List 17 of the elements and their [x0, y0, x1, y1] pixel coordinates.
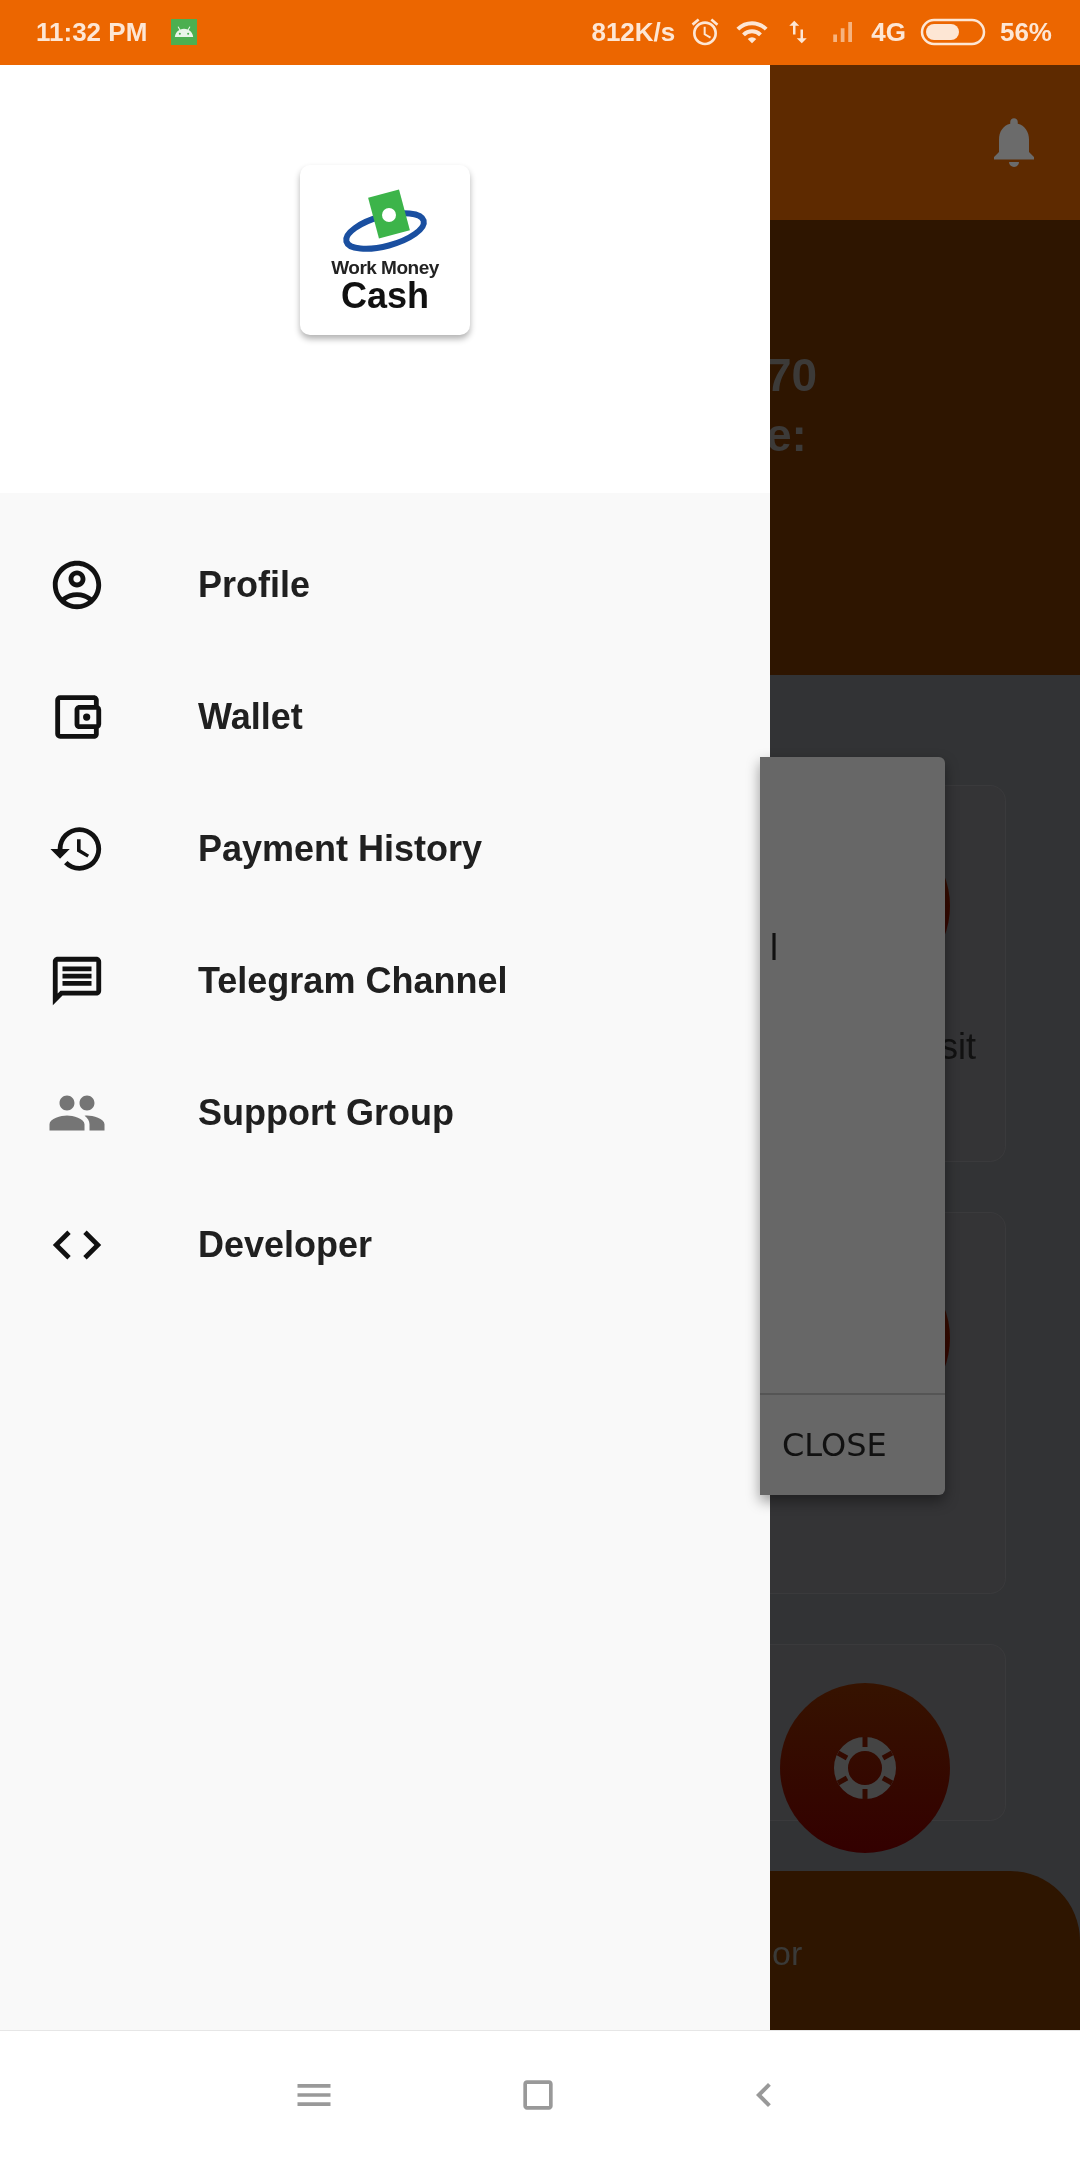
battery-percent: 56% [999, 16, 1052, 48]
menu-item[interactable]: Telegram Channel [0, 914, 770, 1047]
dialog-text: l [770, 926, 779, 969]
logo-text: Cash [341, 278, 429, 313]
network-speed: 812K/s [591, 16, 676, 48]
menu-item[interactable]: Wallet [0, 650, 770, 783]
panel-text: or [772, 1933, 803, 1973]
menu-item[interactable]: Profile [0, 518, 770, 651]
logo-text: Work Money [331, 256, 439, 279]
balance-text: 70 [766, 347, 819, 403]
battery-icon [919, 18, 986, 47]
menu-item[interactable]: Support Group [0, 1046, 770, 1179]
android-icon [171, 19, 198, 46]
status-time: 11:32 PM [36, 16, 148, 48]
menu-item[interactable]: Payment History [0, 782, 770, 915]
network-type: 4G [871, 16, 906, 48]
menu-item[interactable]: Developer [0, 1178, 770, 1311]
